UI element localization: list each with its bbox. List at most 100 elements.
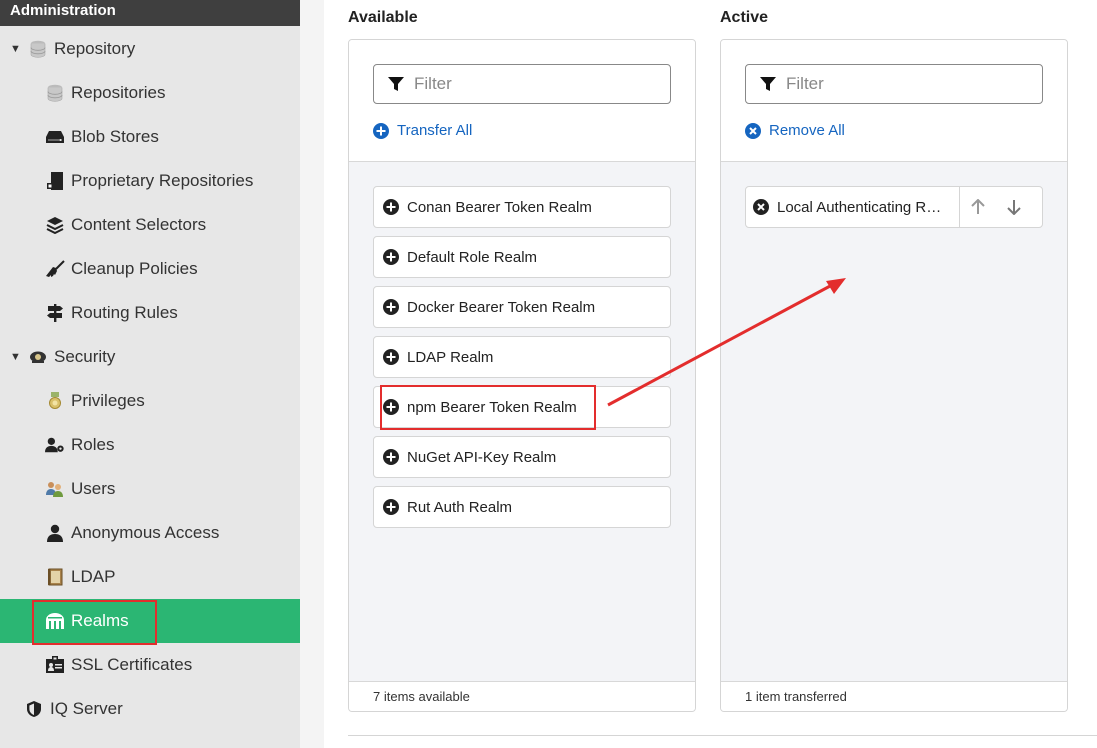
certificate-icon — [45, 655, 65, 675]
sidebar-item-ssl-certificates[interactable]: SSL Certificates — [0, 643, 300, 687]
realm-label: Local Authenticating Realm — [777, 198, 949, 216]
sidebar-item-ldap[interactable]: LDAP — [0, 555, 300, 599]
sidebar-item-label: IQ Server — [50, 699, 123, 718]
transfer-all-button[interactable]: Transfer All — [373, 122, 472, 139]
sidebar-item-label: LDAP — [71, 567, 116, 586]
filter-icon — [388, 76, 404, 92]
plus-circle-icon[interactable] — [383, 349, 399, 365]
available-realm-item[interactable]: Docker Bearer Token Realm — [373, 286, 671, 328]
sidebar: Administration ▼ Repository Repositories… — [0, 0, 300, 748]
available-realm-item[interactable]: NuGet API-Key Realm — [373, 436, 671, 478]
realm-label: Rut Auth Realm — [407, 498, 513, 516]
realm-gate-icon — [45, 611, 65, 631]
x-circle-icon — [745, 122, 761, 139]
users-icon — [45, 479, 65, 499]
available-realm-item[interactable]: Conan Bearer Token Realm — [373, 186, 671, 228]
shield-icon — [24, 699, 44, 719]
available-footer: 7 items available — [349, 681, 695, 711]
database-icon — [45, 83, 65, 103]
sidebar-item-label: Repositories — [71, 83, 166, 102]
sidebar-item-label: Realms — [71, 611, 129, 630]
sidebar-item-iq-server[interactable]: IQ Server — [0, 687, 300, 731]
sidebar-gutter — [300, 0, 324, 748]
realm-label: LDAP Realm — [407, 348, 494, 366]
move-up-button[interactable] — [960, 187, 996, 227]
available-panel: Transfer All Conan Bearer Token Realm De… — [348, 39, 696, 712]
sidebar-item-anonymous-access[interactable]: Anonymous Access — [0, 511, 300, 555]
realm-label: NuGet API-Key Realm — [407, 448, 557, 466]
sidebar-item-blob-stores[interactable]: Blob Stores — [0, 115, 300, 159]
available-realm-item[interactable]: Rut Auth Realm — [373, 486, 671, 528]
sidebar-item-label: Security — [54, 347, 116, 366]
filter-icon — [760, 76, 776, 92]
available-panel-header: Transfer All — [349, 40, 695, 162]
sidebar-item-label: Privileges — [71, 391, 145, 410]
sidebar-item-roles[interactable]: Roles — [0, 423, 300, 467]
sidebar-item-label: Proprietary Repositories — [71, 171, 254, 190]
sidebar-item-routing-rules[interactable]: Routing Rules — [0, 291, 300, 335]
plus-circle-icon[interactable] — [383, 199, 399, 215]
book-icon — [45, 567, 65, 587]
caret-down-icon[interactable]: ▼ — [10, 351, 24, 363]
sidebar-item-realms[interactable]: Realms — [0, 599, 300, 643]
active-panel-header: Remove All — [721, 40, 1067, 162]
realm-label: Docker Bearer Token Realm — [407, 298, 596, 316]
sidebar-item-label: Repository — [54, 39, 136, 58]
signpost-icon — [45, 303, 65, 323]
sidebar-item-security[interactable]: ▼ Security — [0, 335, 300, 379]
sidebar-item-label: Content Selectors — [71, 215, 207, 234]
available-realm-item[interactable]: LDAP Realm — [373, 336, 671, 378]
plus-circle-icon[interactable] — [383, 299, 399, 315]
available-filter-input[interactable] — [412, 73, 646, 95]
sidebar-item-proprietary-repositories[interactable]: Proprietary Repositories — [0, 159, 300, 203]
transfer-all-label: Transfer All — [397, 122, 473, 139]
sidebar-item-label: Users — [71, 479, 116, 498]
active-panel: Remove All Local Authenticating Realm 1 … — [720, 39, 1068, 712]
database-icon — [28, 39, 48, 59]
active-filter[interactable] — [745, 64, 1043, 104]
user-gear-icon — [45, 435, 65, 455]
medal-icon — [45, 391, 65, 411]
caret-down-icon[interactable]: ▼ — [10, 43, 24, 55]
active-title: Active — [720, 9, 769, 26]
content-divider — [348, 735, 1097, 736]
hard-drive-icon — [45, 127, 65, 147]
plus-circle-icon[interactable] — [383, 399, 399, 415]
available-title: Available — [348, 9, 418, 26]
sidebar-item-repositories[interactable]: Repositories — [0, 71, 300, 115]
broom-icon — [45, 259, 65, 279]
plus-circle-icon[interactable] — [383, 449, 399, 465]
sidebar-item-label: Roles — [71, 435, 115, 454]
sidebar-item-cleanup-policies[interactable]: Cleanup Policies — [0, 247, 300, 291]
user-icon — [45, 523, 65, 543]
available-realm-item[interactable]: npm Bearer Token Realm — [373, 386, 671, 428]
sidebar-item-label: Blob Stores — [71, 127, 159, 146]
realm-label: Default Role Realm — [407, 248, 538, 266]
sidebar-item-label: Anonymous Access — [71, 523, 220, 542]
realm-label: Conan Bearer Token Realm — [407, 198, 592, 216]
move-down-button[interactable] — [996, 187, 1032, 227]
arrow-up-icon — [971, 199, 985, 214]
remove-all-button[interactable]: Remove All — [745, 122, 845, 139]
sidebar-item-label: Cleanup Policies — [71, 259, 198, 278]
sidebar-item-content-selectors[interactable]: Content Selectors — [0, 203, 300, 247]
available-realm-item[interactable]: Default Role Realm — [373, 236, 671, 278]
sidebar-item-users[interactable]: Users — [0, 467, 300, 511]
active-realm-item[interactable]: Local Authenticating Realm — [745, 186, 1043, 228]
layers-icon — [45, 215, 65, 235]
plus-circle-icon[interactable] — [383, 499, 399, 515]
arrow-down-icon — [1007, 200, 1021, 215]
active-filter-input[interactable] — [784, 73, 1018, 95]
remove-all-label: Remove All — [769, 122, 845, 139]
realm-label: npm Bearer Token Realm — [407, 398, 577, 416]
sidebar-item-label: SSL Certificates — [71, 655, 193, 674]
sidebar-item-label: Routing Rules — [71, 303, 178, 322]
sidebar-item-privileges[interactable]: Privileges — [0, 379, 300, 423]
available-filter[interactable] — [373, 64, 671, 104]
plus-circle-icon — [373, 122, 389, 139]
proprietary-icon — [45, 171, 65, 191]
plus-circle-icon[interactable] — [383, 249, 399, 265]
x-circle-icon[interactable] — [753, 199, 769, 215]
sidebar-item-repository[interactable]: ▼ Repository — [0, 27, 300, 71]
active-footer: 1 item transferred — [721, 681, 1067, 711]
